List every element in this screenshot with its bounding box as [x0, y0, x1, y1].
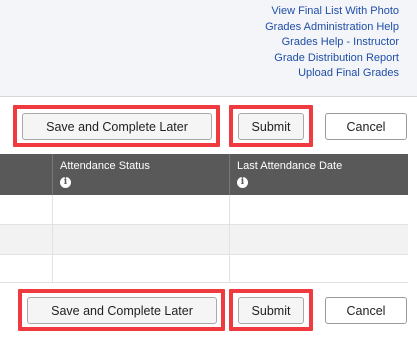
table-row	[0, 225, 408, 255]
column-header-attendance-status-label: Attendance Status	[60, 160, 150, 172]
divider	[0, 96, 417, 97]
cancel-button-bottom[interactable]: Cancel	[325, 297, 407, 324]
column-divider	[229, 195, 230, 283]
help-links: View Final List With Photo Grades Admini…	[265, 4, 399, 82]
submit-highlight	[229, 105, 313, 147]
link-upload-final-grades[interactable]: Upload Final Grades	[265, 66, 399, 82]
column-divider	[52, 195, 53, 283]
link-grade-distribution-report[interactable]: Grade Distribution Report	[265, 51, 399, 67]
table-row	[0, 255, 408, 283]
save-later-highlight-bottom	[18, 289, 225, 331]
submit-highlight-bottom	[229, 289, 313, 331]
column-header-last-attendance-date-label: Last Attendance Date	[237, 160, 343, 172]
column-header-blank	[0, 154, 52, 195]
cancel-button[interactable]: Cancel	[325, 113, 407, 140]
info-icon[interactable]: i	[237, 177, 248, 188]
table-header: Attendance Status i Last Attendance Date…	[0, 154, 408, 195]
column-header-attendance-status: Attendance Status i	[52, 154, 229, 195]
link-grades-administration-help[interactable]: Grades Administration Help	[265, 20, 399, 36]
column-header-last-attendance-date: Last Attendance Date i	[229, 154, 408, 195]
info-icon[interactable]: i	[60, 177, 71, 188]
link-view-final-list-with-photo[interactable]: View Final List With Photo	[265, 4, 399, 20]
link-grades-help-instructor[interactable]: Grades Help - Instructor	[265, 35, 399, 51]
table-row	[0, 195, 408, 225]
help-links-panel: View Final List With Photo Grades Admini…	[0, 0, 417, 96]
save-later-highlight	[13, 105, 220, 147]
grade-roster-page: View Final List With Photo Grades Admini…	[0, 0, 417, 349]
